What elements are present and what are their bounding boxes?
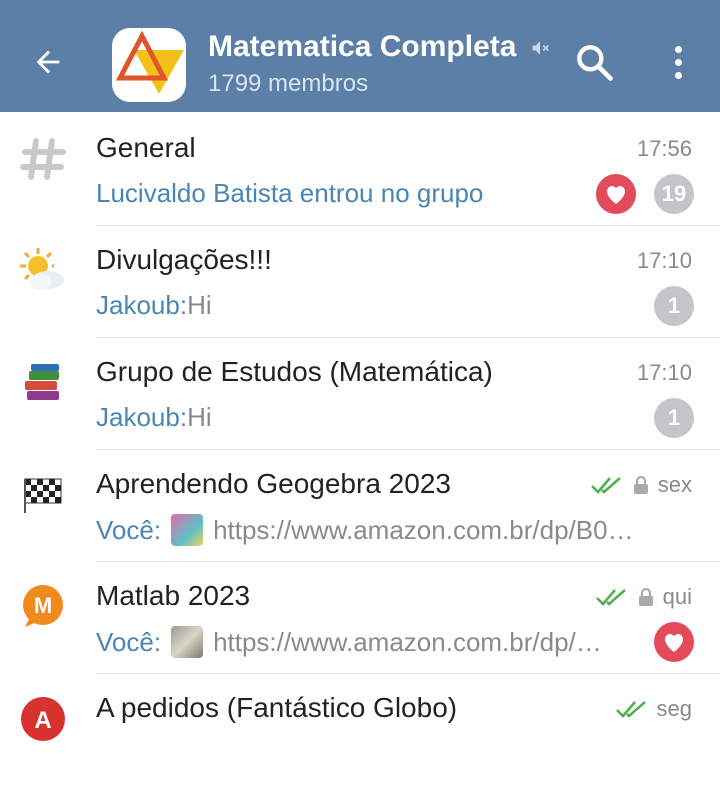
chat-row-general[interactable]: General 17:56 Lucivaldo Batista entrou n…: [0, 114, 720, 226]
double-check-icon: [615, 701, 646, 718]
a-circle-icon: A: [18, 694, 68, 744]
chat-time: 17:10: [636, 248, 692, 273]
hash-icon: [18, 134, 68, 184]
chat-time: 17:56: [636, 136, 692, 161]
sun-cloud-icon: [18, 246, 68, 296]
chat-row-geogebra[interactable]: Aprendendo Geogebra 2023 sex Você: https…: [0, 450, 720, 562]
m-bubble-icon: M: [18, 582, 68, 632]
book-thumbnail: [171, 626, 204, 658]
chat-meta: qui: [595, 584, 692, 610]
chat-name: Divulgações!!!: [96, 244, 272, 275]
unread-badge: 1: [654, 286, 694, 326]
chat-name: General: [96, 132, 196, 163]
heart-reaction-icon: [654, 622, 694, 662]
unread-badge: 19: [654, 174, 694, 214]
chat-name: A pedidos (Fantástico Globo): [96, 692, 458, 723]
chat-meta: sex: [590, 472, 692, 498]
group-avatar[interactable]: [112, 28, 186, 102]
double-check-icon: [595, 589, 626, 606]
muted-icon: [532, 41, 549, 55]
chat-row-a-pedidos[interactable]: A A pedidos (Fantástico Globo) seg: [0, 674, 720, 786]
lock-icon: [638, 587, 653, 606]
chat-row-grupo-estudos[interactable]: Grupo de Estudos (Matemática) 17:10 Jako…: [0, 338, 720, 450]
chat-time: 17:10: [636, 360, 692, 385]
heart-reaction-icon: [596, 174, 636, 214]
chat-meta: seg: [615, 696, 692, 722]
chat-row-matlab[interactable]: M Matlab 2023 qui Você: https://www.amaz…: [0, 562, 720, 674]
svg-text:M: M: [34, 593, 52, 618]
chat-last-message: Lucivaldo Batista entrou no grupo: [96, 178, 484, 208]
arrow-left-icon: [36, 50, 60, 74]
chat-last-message: Jakoub: Hi: [96, 402, 212, 432]
svg-text:A: A: [34, 707, 51, 734]
chat-name: Matlab 2023: [96, 580, 251, 611]
lock-icon: [633, 475, 648, 494]
unread-badge: 1: [654, 398, 694, 438]
search-button[interactable]: [572, 40, 616, 84]
chat-last-message: Jakoub: Hi: [96, 290, 212, 320]
chat-name: Aprendendo Geogebra 2023: [96, 468, 451, 499]
group-title: Matematica Completa: [208, 30, 517, 63]
chat-last-message: Você: https://www.amazon.com.br/dp/B0…: [96, 514, 634, 546]
chat-last-message: Você: https://www.amazon.com.br/dp/…: [96, 626, 602, 658]
book-thumbnail: [171, 514, 204, 546]
chat-name: Grupo de Estudos (Matemática): [96, 356, 493, 387]
member-count: 1799 membros: [208, 70, 369, 97]
books-icon: [18, 358, 68, 408]
more-menu-button[interactable]: [658, 40, 698, 84]
back-button[interactable]: [22, 36, 74, 88]
geometry-logo-icon: [115, 30, 184, 94]
checkered-flag-icon: [18, 470, 68, 520]
chat-row-divulgacoes[interactable]: Divulgações!!! 17:10 Jakoub: Hi 1: [0, 226, 720, 338]
search-icon: [577, 45, 613, 81]
chat-header: Matematica Completa 1799 membros: [0, 0, 720, 112]
double-check-icon: [590, 477, 621, 494]
